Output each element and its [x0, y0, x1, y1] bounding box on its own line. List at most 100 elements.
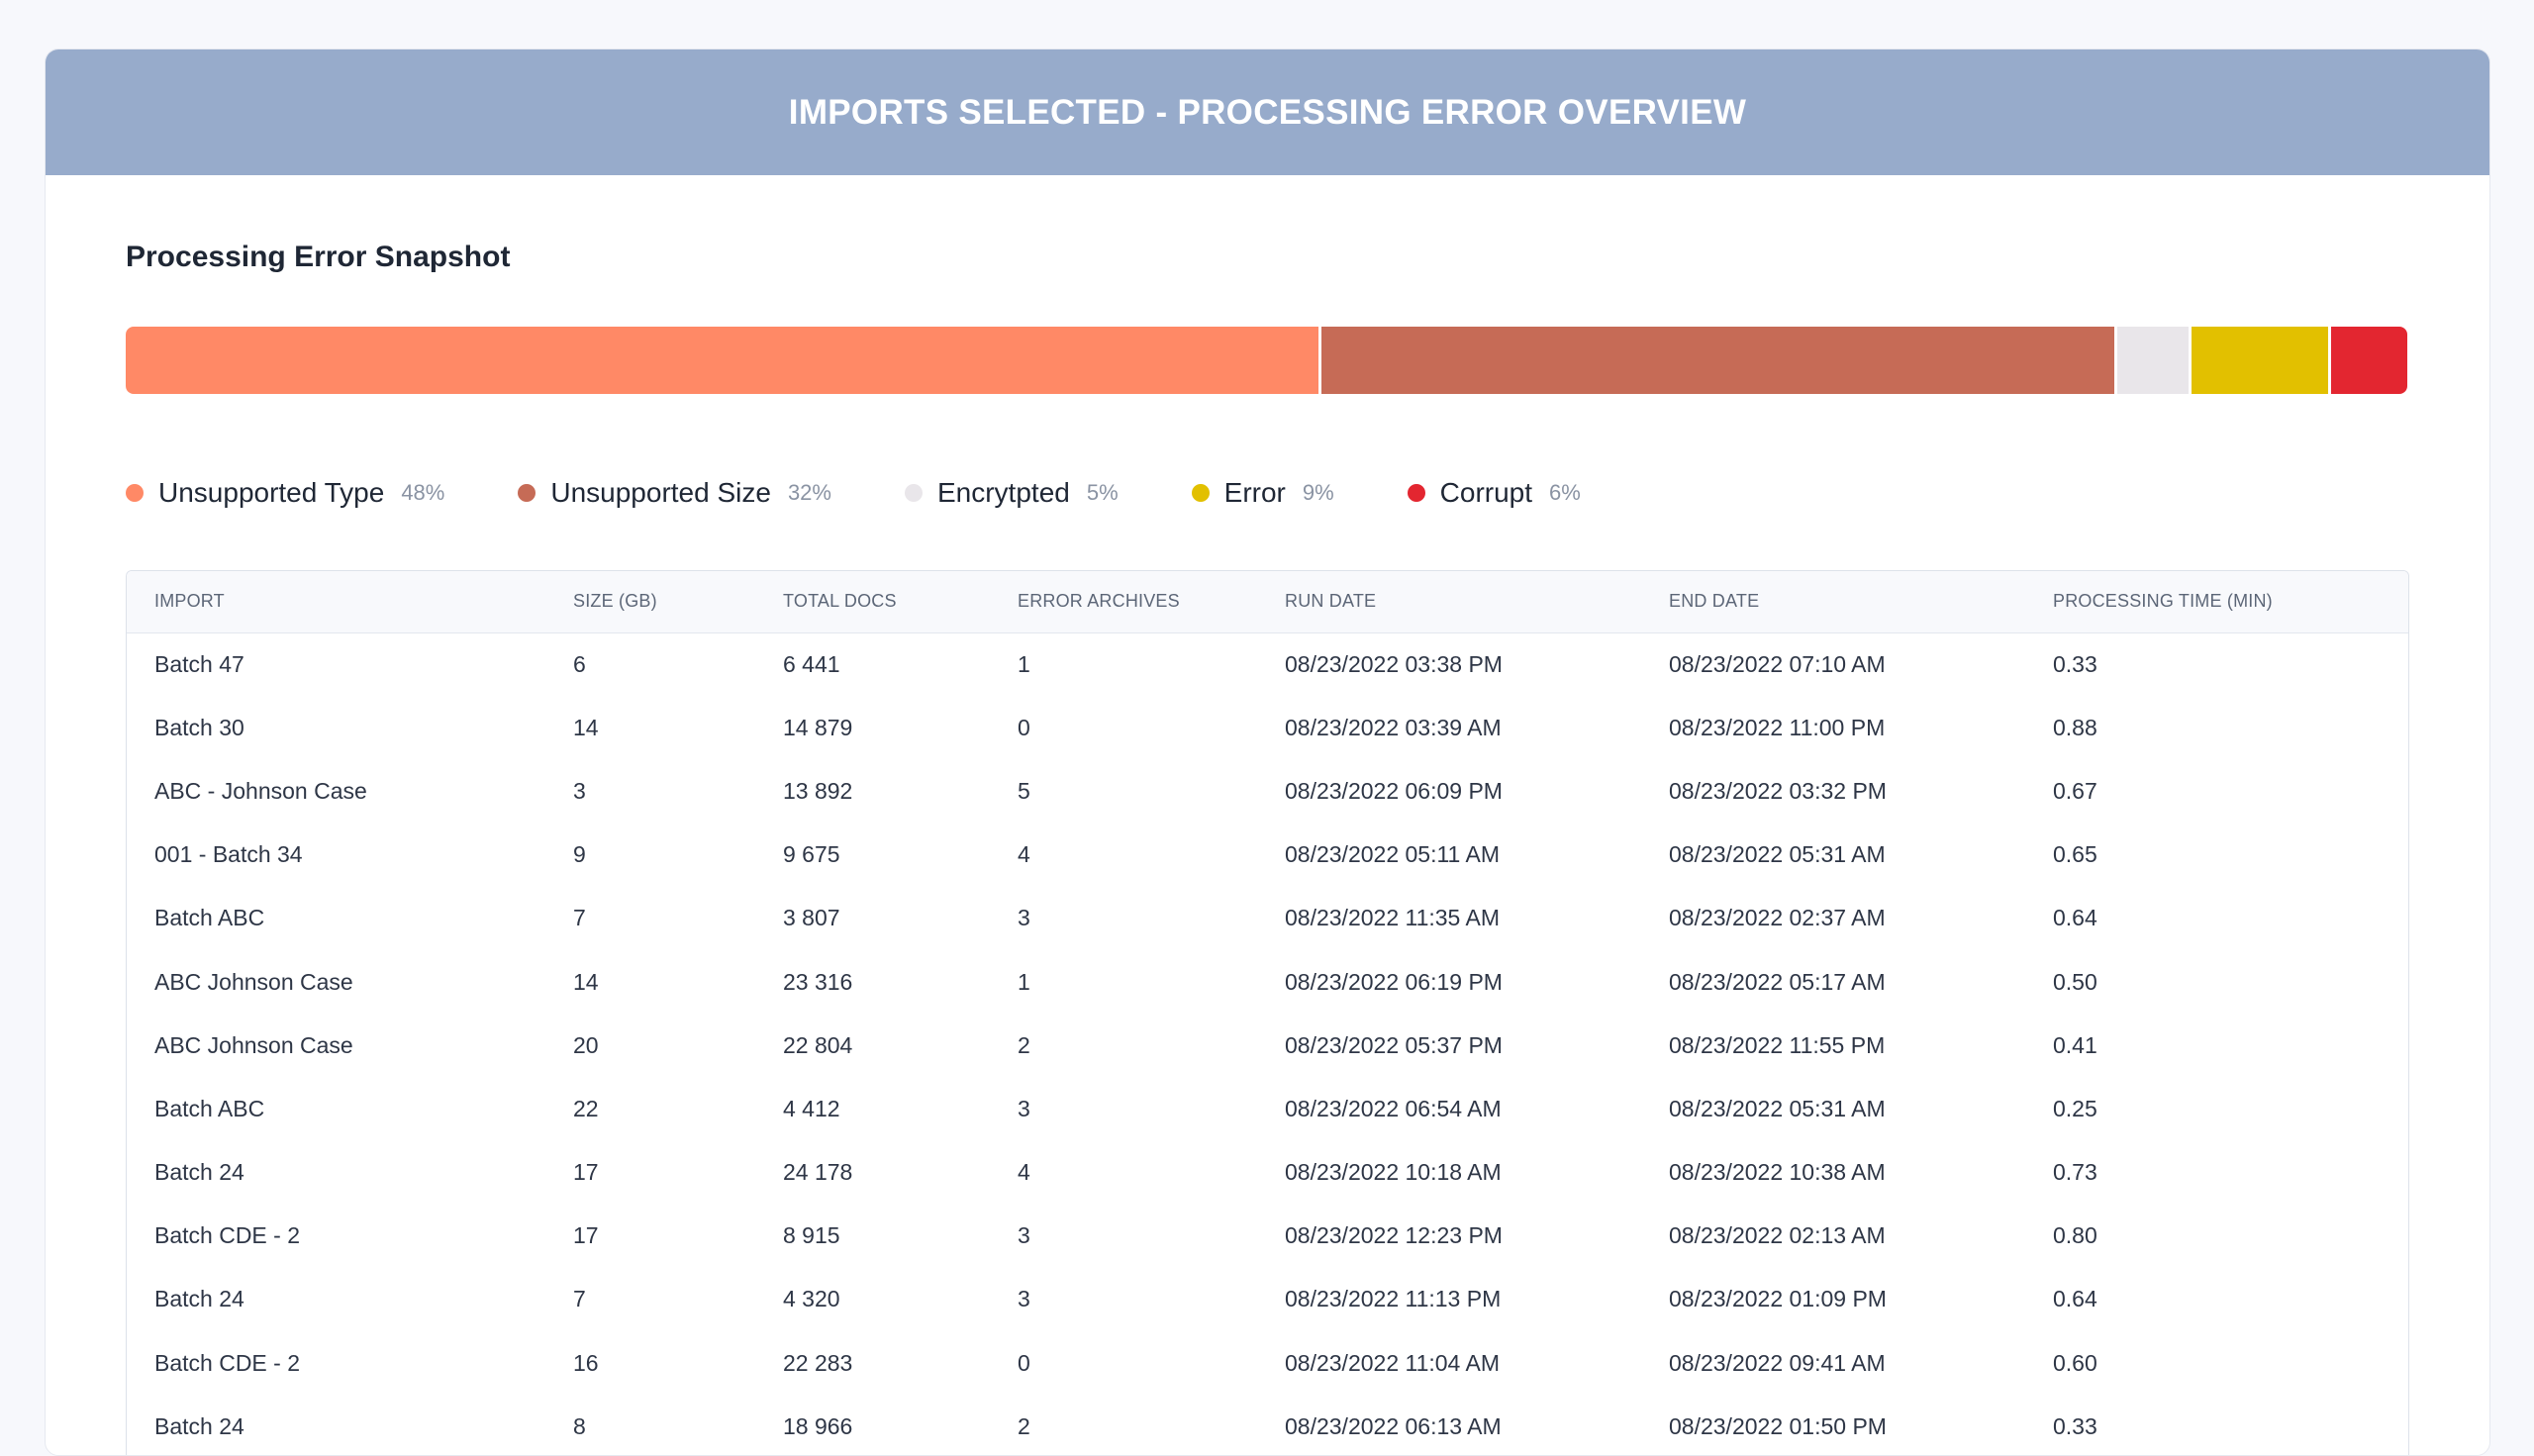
legend-label: Encrytpted	[936, 477, 1070, 508]
cell-total-docs: 18 966	[783, 1412, 853, 1439]
cell-import: 001 - Batch 34	[154, 841, 303, 868]
cell-total-docs: 23 316	[783, 968, 853, 995]
cell-error-archives: 2	[1018, 1031, 1030, 1058]
table-header-row: IMPORT SIZE (GB) TOTAL DOCS ERROR ARCHIVES R…	[127, 571, 2408, 632]
column-header-import[interactable]: IMPORT	[127, 571, 545, 632]
cell-processing-time: 0.65	[2053, 841, 2097, 868]
cell-total-docs: 6 441	[783, 650, 840, 677]
cell-run-date: 08/23/2022 10:18 AM	[1285, 1159, 1502, 1186]
table-row[interactable]: Batch 30 14 14 879 0 08/23/2022 03:39 AM 08/2…	[127, 696, 2408, 759]
cell-processing-time: 0.73	[2053, 1159, 2097, 1186]
cell-import: Batch 24	[154, 1286, 244, 1312]
cell-size: 17	[573, 1159, 599, 1186]
cell-size: 7	[573, 1286, 586, 1312]
cell-processing-time: 0.64	[2053, 1286, 2097, 1312]
cell-size: 14	[573, 714, 599, 740]
legend-dot-icon	[1407, 484, 1425, 502]
table-row[interactable]: Batch 47 6 6 441 1 08/23/2022 03:38 PM 08/23/…	[127, 632, 2408, 696]
cell-processing-time: 0.67	[2053, 777, 2097, 804]
snapshot-title: Processing Error Snapshot	[126, 241, 511, 273]
legend-label: Unsupported Size	[550, 477, 771, 508]
table-row[interactable]: Batch 24 17 24 178 4 08/23/2022 10:18 AM 08/2…	[127, 1141, 2408, 1205]
cell-end-date: 08/23/2022 05:17 AM	[1669, 968, 1886, 995]
cell-run-date: 08/23/2022 12:23 PM	[1285, 1222, 1503, 1249]
cell-run-date: 08/23/2022 06:13 AM	[1285, 1412, 1502, 1439]
column-header-size[interactable]: SIZE (GB)	[545, 571, 755, 632]
error-stacked-bar	[126, 327, 2407, 394]
cell-import: Batch 24	[154, 1412, 244, 1439]
column-header-run-date[interactable]: RUN DATE	[1257, 571, 1641, 632]
cell-run-date: 08/23/2022 05:11 AM	[1285, 841, 1500, 868]
column-header-end-date[interactable]: END DATE	[1641, 571, 2025, 632]
cell-processing-time: 0.50	[2053, 968, 2097, 995]
table-row[interactable]: Batch 24 7 4 320 3 08/23/2022 11:13 PM 08/23/…	[127, 1268, 2408, 1331]
cell-total-docs: 24 178	[783, 1159, 853, 1186]
cell-import: Batch CDE - 2	[154, 1222, 300, 1249]
cell-import: Batch CDE - 2	[154, 1349, 300, 1376]
table-row[interactable]: Batch CDE - 2 17 8 915 3 08/23/2022 12:23 PM…	[127, 1205, 2408, 1268]
cell-total-docs: 22 804	[783, 1031, 853, 1058]
legend-dot-icon	[904, 484, 923, 502]
cell-run-date: 08/23/2022 06:19 PM	[1285, 968, 1503, 995]
table-row[interactable]: 001 - Batch 34 9 9 675 4 08/23/2022 05:11 AM…	[127, 824, 2408, 887]
table-row[interactable]: ABC - Johnson Case 3 13 892 5 08/23/2022 06:…	[127, 759, 2408, 823]
cell-error-archives: 3	[1018, 1095, 1030, 1121]
cell-size: 16	[573, 1349, 599, 1376]
cell-end-date: 08/23/2022 11:55 PM	[1669, 1031, 1886, 1058]
column-header-total-docs[interactable]: TOTAL DOCS	[755, 571, 990, 632]
cell-processing-time: 0.60	[2053, 1349, 2097, 1376]
error-overview-panel: IMPORTS SELECTED - PROCESSING ERROR OVER…	[45, 49, 2490, 1456]
cell-total-docs: 14 879	[783, 714, 853, 740]
cell-end-date: 08/23/2022 09:41 AM	[1669, 1349, 1886, 1376]
cell-run-date: 08/23/2022 05:37 PM	[1285, 1031, 1503, 1058]
legend-percent: 32%	[787, 480, 831, 505]
cell-run-date: 08/23/2022 11:35 AM	[1285, 905, 1500, 931]
table-row[interactable]: Batch CDE - 2 16 22 283 0 08/23/2022 11:04 A…	[127, 1331, 2408, 1395]
legend-item-encrytpted: Encrytpted 5%	[904, 477, 1119, 509]
cell-import: Batch 24	[154, 1159, 244, 1186]
cell-processing-time: 0.64	[2053, 905, 2097, 931]
legend-dot-icon	[518, 484, 536, 502]
cell-error-archives: 0	[1018, 714, 1030, 740]
legend-percent: 9%	[1302, 480, 1334, 505]
cell-error-archives: 3	[1018, 905, 1030, 931]
legend-percent: 5%	[1086, 480, 1119, 505]
cell-processing-time: 0.80	[2053, 1222, 2097, 1249]
table-row[interactable]: Batch ABC 7 3 807 3 08/23/2022 11:35 AM 08/23…	[127, 887, 2408, 950]
cell-run-date: 08/23/2022 06:09 PM	[1285, 777, 1503, 804]
cell-error-archives: 1	[1018, 650, 1030, 677]
cell-run-date: 08/23/2022 06:54 AM	[1285, 1095, 1502, 1121]
table-body: Batch 47 6 6 441 1 08/23/2022 03:38 PM 08/23/…	[127, 632, 2408, 1455]
cell-processing-time: 0.25	[2053, 1095, 2097, 1121]
cell-error-archives: 4	[1018, 1159, 1030, 1186]
table-row[interactable]: ABC Johnson Case 20 22 804 2 08/23/2022 05:3…	[127, 1014, 2408, 1077]
panel-header: IMPORTS SELECTED - PROCESSING ERROR OVER…	[46, 49, 2489, 175]
imports-table-container[interactable]: IMPORT SIZE (GB) TOTAL DOCS ERROR ARCHIVES R…	[126, 570, 2409, 1455]
cell-total-docs: 8 915	[783, 1222, 840, 1249]
cell-import: Batch ABC	[154, 905, 265, 931]
cell-run-date: 08/23/2022 03:38 PM	[1285, 650, 1503, 677]
cell-error-archives: 3	[1018, 1222, 1030, 1249]
cell-run-date: 08/23/2022 11:04 AM	[1285, 1349, 1500, 1376]
cell-end-date: 08/23/2022 02:13 AM	[1669, 1222, 1886, 1249]
legend-label: Unsupported Type	[158, 477, 385, 508]
cell-total-docs: 4 412	[783, 1095, 840, 1121]
cell-total-docs: 4 320	[783, 1286, 840, 1312]
bar-segment-error	[2189, 327, 2328, 394]
table-row[interactable]: ABC Johnson Case 14 23 316 1 08/23/2022 06:1…	[127, 950, 2408, 1014]
legend-dot-icon	[1191, 484, 1210, 502]
cell-error-archives: 4	[1018, 841, 1030, 868]
cell-import: ABC Johnson Case	[154, 1031, 353, 1058]
legend-label: Corrupt	[1439, 477, 1533, 508]
cell-end-date: 08/23/2022 01:09 PM	[1669, 1286, 1887, 1312]
cell-end-date: 08/23/2022 03:32 PM	[1669, 777, 1887, 804]
column-header-error-archives[interactable]: ERROR ARCHIVES	[990, 571, 1257, 632]
table-row[interactable]: Batch 24 8 18 966 2 08/23/2022 06:13 AM 08/23…	[127, 1395, 2408, 1455]
cell-error-archives: 3	[1018, 1286, 1030, 1312]
table-row[interactable]: Batch ABC 22 4 412 3 08/23/2022 06:54 AM 08/2…	[127, 1077, 2408, 1140]
legend-item-unsupported-type: Unsupported Type 48%	[126, 477, 444, 509]
legend-dot-icon	[126, 484, 144, 502]
cell-total-docs: 22 283	[783, 1349, 853, 1376]
cell-total-docs: 13 892	[783, 777, 853, 804]
column-header-processing-time[interactable]: PROCESSING TIME (MIN)	[2025, 571, 2408, 632]
